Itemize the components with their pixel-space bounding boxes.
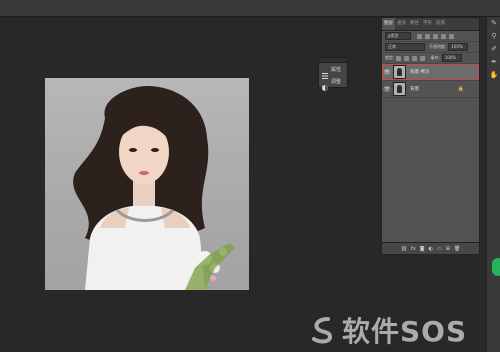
watermark-text: 软件SOS bbox=[342, 315, 468, 348]
lock-icon: 🔒 bbox=[457, 86, 464, 92]
group-icon[interactable]: ▭ bbox=[437, 246, 442, 252]
pixel-filter-icon[interactable] bbox=[417, 33, 422, 39]
properties-icon bbox=[321, 65, 329, 79]
eye-icon[interactable]: 👁 bbox=[382, 86, 392, 93]
adjustments-label: 调整 bbox=[331, 78, 342, 85]
adjustments-icon bbox=[321, 77, 329, 91]
adjustment-filter-icon[interactable] bbox=[425, 33, 430, 39]
panel-tabs: 图层 通道 路径 字符 段落 bbox=[382, 18, 479, 31]
adjustment-layer-icon[interactable]: ◐ bbox=[429, 246, 433, 252]
watermark: 软件SOS bbox=[308, 310, 467, 350]
eraser-tool-icon[interactable]: ✐ bbox=[487, 43, 500, 56]
properties-label: 属性 bbox=[331, 66, 342, 73]
add-mask-icon[interactable]: ◙ bbox=[420, 246, 425, 252]
lock-pixels-icon[interactable] bbox=[396, 55, 402, 61]
lock-position-icon[interactable] bbox=[412, 55, 418, 61]
hand-tool-icon[interactable]: ✋ bbox=[487, 69, 500, 82]
layers-panel: 图层 通道 路径 字符 段落 ρ类型 正常 不透明度: 100% 锁定: 填充:… bbox=[381, 17, 480, 255]
eye-icon[interactable]: 👁 bbox=[382, 69, 392, 76]
tab-layers[interactable]: 图层 bbox=[382, 18, 395, 30]
watermark-logo-icon bbox=[312, 317, 333, 344]
lock-row: 锁定: 填充: 100% bbox=[382, 53, 479, 64]
type-filter-icon[interactable] bbox=[433, 33, 438, 39]
tab-channels[interactable]: 通道 bbox=[395, 18, 408, 30]
fill-label: 填充: bbox=[430, 55, 440, 60]
opacity-label: 不透明度: bbox=[429, 44, 447, 49]
options-bar bbox=[0, 0, 500, 17]
pen-tool-icon[interactable]: ✒ bbox=[487, 56, 500, 69]
tab-paragraph[interactable]: 段落 bbox=[434, 18, 447, 30]
layer-thumbnail bbox=[393, 82, 406, 96]
properties-button[interactable]: 属性 bbox=[319, 63, 347, 79]
mini-properties-panel: 属性 调整 bbox=[318, 57, 348, 91]
fill-input[interactable]: 100% bbox=[441, 54, 462, 62]
layer-filter-select[interactable]: ρ类型 bbox=[385, 32, 411, 40]
link-layers-icon[interactable]: ⛓ bbox=[401, 246, 407, 252]
filter-icons bbox=[417, 33, 454, 39]
blend-row: 正常 不透明度: 100% bbox=[382, 42, 479, 53]
portrait-image bbox=[73, 86, 235, 290]
layer-name: 背景 拷贝 bbox=[410, 70, 430, 75]
tab-character[interactable]: 字符 bbox=[421, 18, 434, 30]
tab-paths[interactable]: 路径 bbox=[408, 18, 421, 30]
layer-style-icon[interactable]: fx bbox=[411, 246, 416, 252]
layer-thumbnail bbox=[393, 65, 406, 79]
right-tool-strip: ✎ ⚲ ✐ ✒ ✋ bbox=[486, 17, 500, 352]
panel-footer: ⛓ fx ◙ ◐ ▭ ⊞ 🗑 bbox=[382, 242, 479, 254]
blend-mode-select[interactable]: 正常 bbox=[385, 43, 425, 51]
layer-filter-row: ρ类型 bbox=[382, 31, 479, 42]
layer-name: 背景 bbox=[410, 87, 419, 92]
smart-object-filter-icon[interactable] bbox=[449, 33, 454, 39]
lock-all-icon[interactable] bbox=[420, 55, 426, 61]
green-status-button[interactable] bbox=[492, 258, 500, 276]
brush-tool-icon[interactable]: ✎ bbox=[487, 17, 500, 30]
shape-filter-icon[interactable] bbox=[441, 33, 446, 39]
opacity-input[interactable]: 100% bbox=[448, 43, 469, 51]
lock-icons bbox=[396, 55, 426, 61]
layer-row-background-copy[interactable]: 👁 背景 拷贝 bbox=[382, 64, 479, 81]
lock-label: 锁定: bbox=[385, 55, 395, 60]
layer-row-background[interactable]: 👁 背景 🔒 bbox=[382, 81, 479, 98]
lock-paint-icon[interactable] bbox=[404, 55, 410, 61]
clone-tool-icon[interactable]: ⚲ bbox=[487, 30, 500, 43]
document-canvas[interactable] bbox=[45, 78, 249, 290]
new-layer-icon[interactable]: ⊞ bbox=[446, 246, 450, 252]
trash-icon[interactable]: 🗑 bbox=[454, 246, 460, 252]
adjustments-button[interactable]: 调整 bbox=[319, 75, 347, 91]
